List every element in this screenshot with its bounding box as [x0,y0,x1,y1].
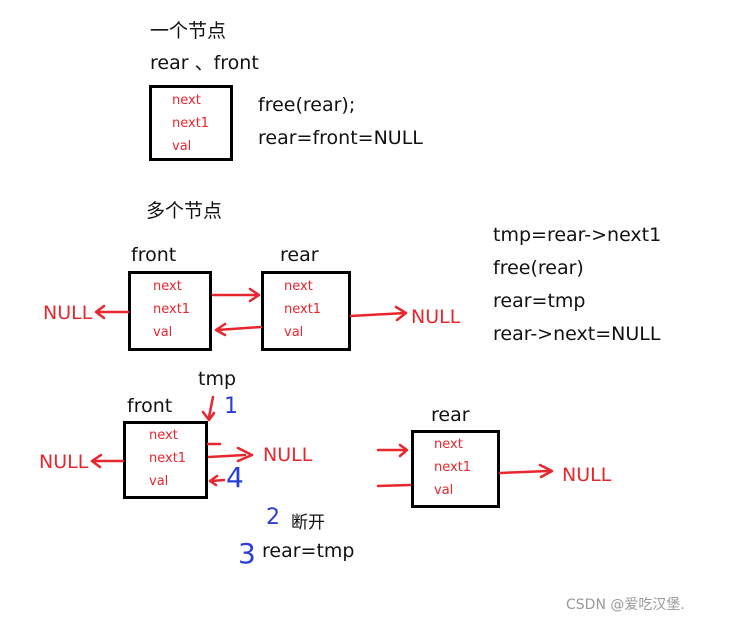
front-label: front [127,395,173,417]
arrow-front-to-null [94,304,130,320]
node-field-val: val [434,483,454,498]
null-right-label: NULL [562,464,612,486]
line-into-rear-val [376,483,412,488]
node-field-next1: next1 [172,116,210,131]
node-field-val: val [172,139,192,154]
code-line: free(rear); [258,94,356,116]
arrow-rear-to-null [498,463,554,479]
node-field-next1: next1 [149,451,187,466]
code-line: rear=front=NULL [258,127,423,149]
single-node-heading: 一个节点 [150,20,227,42]
rear-label: rear [431,404,470,426]
code-line: tmp=rear->next1 [493,224,662,246]
step-4-annotation: 4 [226,461,244,494]
null-left-label: NULL [43,302,93,324]
null-right-label: NULL [411,306,461,328]
arrow-back-to-front [208,474,226,487]
arrow-into-rear-next [376,443,409,458]
node-field-next: next [149,428,178,443]
step-1-annotation: 1 [224,394,238,419]
arrow-rear-to-null [349,305,408,322]
arrow-front-next-to-rear [211,287,261,303]
null-mid-label: NULL [263,444,313,466]
node-field-next: next [284,279,313,294]
step-3-annotation: 3 [238,537,256,570]
multi-node-heading: 多个节点 [146,200,223,222]
node-field-val: val [284,325,304,340]
node-field-val: val [149,474,169,489]
arrow-front-to-null [90,453,125,469]
step-3-text: rear=tmp [262,540,355,562]
node-field-next: next [153,279,182,294]
front-node-box: next next1 val [123,421,208,499]
null-left-label: NULL [39,451,89,473]
node-field-next1: next1 [153,302,191,317]
rear-node-box: next next1 val [261,271,351,351]
code-line: rear=tmp [493,290,586,312]
watermark: CSDN @爱吃汉堡. [566,597,685,613]
pointer-arrows [90,287,554,488]
arrow-rear-next1-to-front [214,322,263,337]
node-field-next1: next1 [434,460,472,475]
arrow-front-next1-to-null [207,446,254,463]
front-label: front [131,244,177,266]
code-line: free(rear) [493,257,584,279]
arrow-tmp-to-front [201,395,216,422]
tmp-label: tmp [198,368,237,390]
node-field-val: val [153,325,173,340]
front-node-box: next next1 val [128,271,212,351]
node-field-next: next [172,93,201,108]
code-line: rear->next=NULL [493,323,661,345]
rear-label: rear [280,244,319,266]
rear-node-box: next next1 val [411,430,500,508]
node-field-next: next [434,437,463,452]
single-node-pointers-label: rear 、front [150,52,259,74]
step-2-text: 断开 [291,513,325,533]
node-field-next1: next1 [284,302,322,317]
step-2-annotation: 2 [266,505,280,530]
single-node-box: next next1 val [149,85,233,161]
